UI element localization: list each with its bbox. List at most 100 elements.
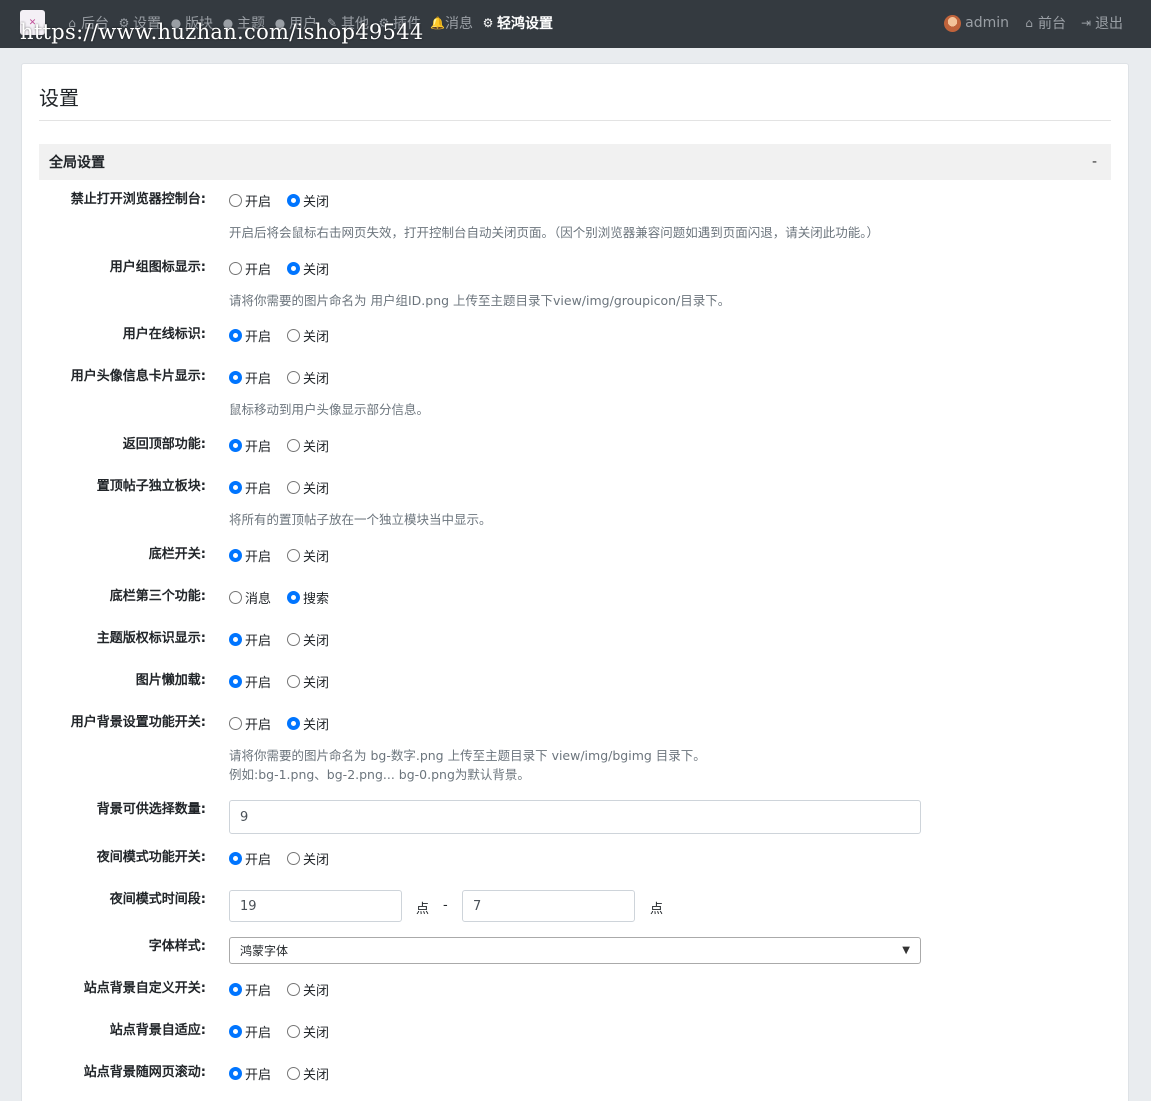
radio-option[interactable]: 关闭 — [287, 259, 329, 278]
radio-button[interactable] — [287, 982, 301, 996]
nav-item-settings[interactable]: ⚙ 设置 — [118, 13, 161, 33]
radio-option[interactable]: 开启 — [229, 1064, 271, 1083]
radio-label: 开启 — [245, 329, 272, 345]
sign-out-icon: ⇥ — [1080, 16, 1092, 30]
radio-option[interactable]: 开启 — [229, 368, 271, 387]
radio-label: 关闭 — [303, 329, 330, 345]
settings-card: 设置 全局设置 - 禁止打开浏览器控制台: 开启 关闭 开启后将会鼠标右击网页失效… — [21, 63, 1129, 1101]
nav-label: 版块 — [185, 16, 213, 32]
radio-button[interactable] — [287, 632, 301, 646]
radio-button[interactable] — [229, 716, 242, 730]
radio-option[interactable]: 关闭 — [287, 478, 329, 497]
nav-logout[interactable]: ⇥ 退出 — [1080, 13, 1123, 33]
nav-item-other[interactable]: ✎ 其他 — [326, 13, 369, 33]
radio-option[interactable]: 开启 — [229, 630, 271, 649]
radio-option[interactable]: 关闭 — [287, 980, 329, 999]
radio-option[interactable]: 消息 — [229, 588, 271, 607]
night-start-input[interactable]: 19 — [229, 890, 402, 922]
font-style-select[interactable]: 鸿蒙字体 ▼ — [229, 937, 921, 964]
site-logo[interactable]: ✕ — [20, 10, 45, 35]
radio-label: 开启 — [245, 717, 272, 733]
radio-button[interactable] — [229, 1066, 242, 1080]
nav-user[interactable]: admin — [944, 14, 1009, 32]
radio-option[interactable]: 开启 — [229, 546, 271, 565]
field-label: 字体样式: — [148, 939, 206, 954]
radio-option[interactable]: 开启 — [229, 436, 271, 455]
radio-button[interactable] — [287, 590, 301, 604]
nav-item-backend[interactable]: ⌂ 后台 — [66, 13, 109, 33]
radio-button[interactable] — [287, 370, 301, 384]
night-end-input[interactable]: 7 — [462, 890, 635, 922]
radio-option[interactable]: 关闭 — [287, 630, 329, 649]
selected-value: 鸿蒙字体 — [240, 944, 289, 958]
radio-button[interactable] — [229, 632, 242, 646]
radio-option[interactable]: 关闭 — [287, 1022, 329, 1041]
radio-option[interactable]: 开启 — [229, 672, 271, 691]
radio-option[interactable]: 关闭 — [287, 326, 329, 345]
nav-item-theme-settings[interactable]: ⚙ 轻鸿设置 — [482, 13, 553, 33]
radio-button[interactable] — [287, 193, 301, 207]
radio-label: 开启 — [245, 194, 272, 210]
radio-option[interactable]: 关闭 — [287, 714, 329, 733]
divider — [39, 120, 1111, 121]
radio-button[interactable] — [229, 438, 242, 452]
collapse-toggle[interactable]: - — [1092, 154, 1097, 170]
field-label: 底栏开关: — [148, 547, 206, 562]
radio-option[interactable]: 关闭 — [287, 1064, 329, 1083]
radio-button[interactable] — [229, 480, 242, 494]
nav-item-plugins[interactable]: ⚙ 插件 — [378, 13, 421, 33]
radio-button[interactable] — [229, 328, 242, 342]
nav-item-messages[interactable]: 🔔 消息 — [430, 13, 473, 33]
radio-button[interactable] — [287, 328, 301, 342]
radio-label: 开启 — [245, 633, 272, 649]
radio-option[interactable]: 开启 — [229, 259, 271, 278]
radio-option[interactable]: 开启 — [229, 326, 271, 345]
radio-button[interactable] — [229, 851, 242, 865]
comment-icon: ● — [170, 16, 182, 30]
radio-button[interactable] — [229, 548, 242, 562]
radio-label: 搜索 — [303, 591, 330, 607]
radio-button[interactable] — [229, 1024, 242, 1038]
bg-count-input[interactable]: 9 — [229, 800, 921, 834]
radio-option[interactable]: 开启 — [229, 191, 271, 210]
nav-item-users[interactable]: ● 用户 — [274, 13, 317, 33]
radio-button[interactable] — [287, 851, 301, 865]
radio-label: 开启 — [245, 262, 272, 278]
radio-option[interactable]: 关闭 — [287, 368, 329, 387]
radio-option[interactable]: 开启 — [229, 1022, 271, 1041]
radio-option[interactable]: 开启 — [229, 478, 271, 497]
radio-button[interactable] — [287, 438, 301, 452]
radio-group: 开启 关闭 — [229, 630, 345, 649]
section-header[interactable]: 全局设置 - — [39, 144, 1111, 180]
radio-button[interactable] — [229, 590, 242, 604]
field-label: 置顶帖子独立板块: — [96, 479, 206, 494]
range-dash: - — [443, 898, 448, 913]
cogs-icon: ⚙ — [378, 16, 390, 30]
radio-button[interactable] — [287, 548, 301, 562]
radio-option[interactable]: 关闭 — [287, 191, 329, 210]
radio-option[interactable]: 关闭 — [287, 546, 329, 565]
radio-option[interactable]: 关闭 — [287, 849, 329, 868]
radio-option[interactable]: 关闭 — [287, 672, 329, 691]
radio-button[interactable] — [287, 1066, 301, 1080]
radio-button[interactable] — [229, 370, 242, 384]
radio-button[interactable] — [229, 193, 242, 207]
radio-button[interactable] — [287, 674, 301, 688]
radio-button[interactable] — [229, 261, 242, 275]
radio-option[interactable]: 开启 — [229, 849, 271, 868]
nav-front[interactable]: ⌂ 前台 — [1023, 13, 1066, 33]
nav-item-threads[interactable]: ● 主题 — [222, 13, 265, 33]
chevron-down-icon: ▼ — [902, 945, 910, 956]
radio-option[interactable]: 搜索 — [287, 588, 329, 607]
radio-option[interactable]: 开启 — [229, 714, 271, 733]
radio-button[interactable] — [287, 1024, 301, 1038]
nav-item-forums[interactable]: ● 版块 — [170, 13, 213, 33]
radio-button[interactable] — [287, 716, 301, 730]
radio-option[interactable]: 关闭 — [287, 436, 329, 455]
radio-group: 开启 关闭 — [229, 980, 345, 999]
radio-option[interactable]: 开启 — [229, 980, 271, 999]
radio-button[interactable] — [229, 674, 242, 688]
radio-button[interactable] — [287, 261, 301, 275]
radio-button[interactable] — [287, 480, 301, 494]
radio-button[interactable] — [229, 982, 242, 996]
